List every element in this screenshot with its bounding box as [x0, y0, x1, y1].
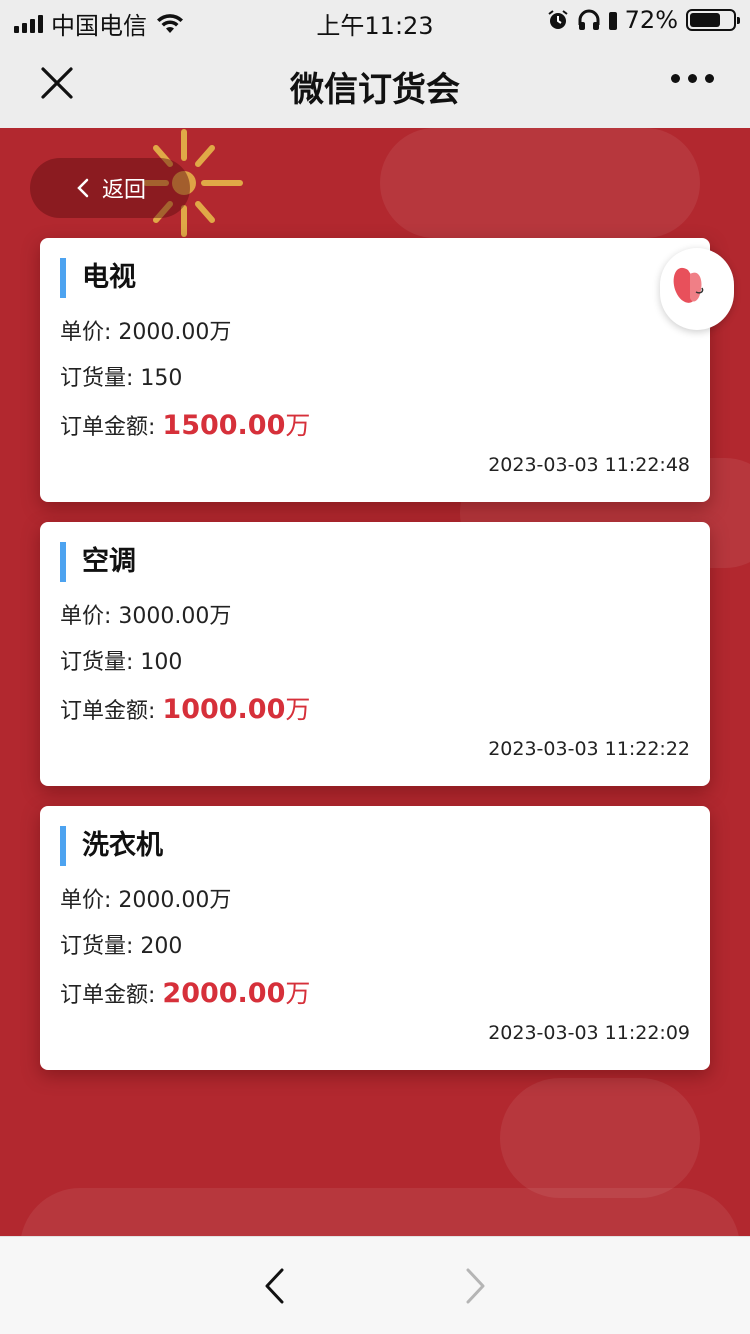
- floating-assistant-button[interactable]: [660, 248, 734, 330]
- more-options-icon[interactable]: [671, 74, 714, 83]
- quantity-label: 订货量:: [60, 934, 141, 959]
- alarm-icon: [548, 10, 568, 29]
- amount-row: 订单金额: 1500.00万: [60, 406, 310, 442]
- amount-row: 订单金额: 1000.00万: [60, 690, 310, 726]
- amount-value: 1500.00: [162, 410, 286, 441]
- butterfly-icon: [673, 267, 704, 303]
- price-label: 单价:: [60, 888, 119, 913]
- price-row: 单价: 3000.00万: [60, 598, 231, 630]
- product-name: 空调: [60, 542, 136, 582]
- price-row: 单价: 2000.00万: [60, 882, 231, 914]
- price-label: 单价:: [60, 604, 119, 629]
- forward-arrow-icon[interactable]: [464, 1267, 488, 1305]
- amount-unit: 万: [285, 979, 311, 1008]
- status-bar: 中国电信 上午11:23 72%: [0, 0, 750, 40]
- amount-label: 订单金额:: [60, 415, 163, 440]
- order-card: 电视 单价: 2000.00万 订货量: 150 订单金额: 1500.00万 …: [40, 238, 710, 502]
- quantity-value: 200: [140, 934, 183, 959]
- page-title: 微信订货会: [290, 70, 460, 110]
- back-button[interactable]: 返回: [30, 158, 190, 218]
- quantity-label: 订货量:: [60, 650, 141, 675]
- nav-bar: 微信订货会: [0, 40, 750, 128]
- quantity-row: 订货量: 200: [60, 928, 182, 960]
- order-card: 洗衣机 单价: 2000.00万 订货量: 200 订单金额: 2000.00万…: [40, 806, 710, 1070]
- cloud-decoration: [20, 1188, 740, 1236]
- price-row: 单价: 2000.00万: [60, 314, 231, 346]
- amount-value: 2000.00: [162, 978, 286, 1009]
- battery-percent: 72%: [624, 6, 678, 34]
- amount-unit: 万: [285, 695, 311, 724]
- amount-label: 订单金额:: [60, 983, 163, 1008]
- quantity-row: 订货量: 100: [60, 644, 182, 676]
- quantity-row: 订货量: 150: [60, 360, 182, 392]
- amount-row: 订单金额: 2000.00万: [60, 974, 310, 1010]
- back-button-label: 返回: [102, 178, 147, 203]
- battery-icon: [686, 9, 740, 31]
- bottom-navigation-bar: [0, 1236, 750, 1334]
- amount-unit: 万: [285, 411, 311, 440]
- orientation-lock-icon: [608, 12, 617, 30]
- order-time: 2023-03-03 11:22:48: [488, 454, 690, 476]
- headphones-icon: [578, 9, 600, 30]
- order-time: 2023-03-03 11:22:22: [488, 738, 690, 760]
- quantity-value: 100: [140, 650, 183, 675]
- price-value: 2000.00万: [118, 320, 232, 345]
- order-list-page: 返回 电视 单价: 2000.00万 订货量: 150 订单金额: 1500.0…: [0, 128, 750, 1236]
- quantity-label: 订货量:: [60, 366, 141, 391]
- cloud-decoration: [500, 1078, 700, 1198]
- cloud-decoration: [380, 128, 700, 238]
- back-arrow-icon[interactable]: [262, 1267, 286, 1305]
- chevron-left-icon: [77, 178, 89, 198]
- order-card: 空调 单价: 3000.00万 订货量: 100 订单金额: 1000.00万 …: [40, 522, 710, 786]
- quantity-value: 150: [140, 366, 183, 391]
- price-label: 单价:: [60, 320, 119, 345]
- amount-value: 1000.00: [162, 694, 286, 725]
- order-time: 2023-03-03 11:22:09: [488, 1022, 690, 1044]
- product-name: 电视: [60, 258, 136, 298]
- price-value: 2000.00万: [118, 888, 232, 913]
- product-name: 洗衣机: [60, 826, 163, 866]
- price-value: 3000.00万: [118, 604, 232, 629]
- amount-label: 订单金额:: [60, 699, 163, 724]
